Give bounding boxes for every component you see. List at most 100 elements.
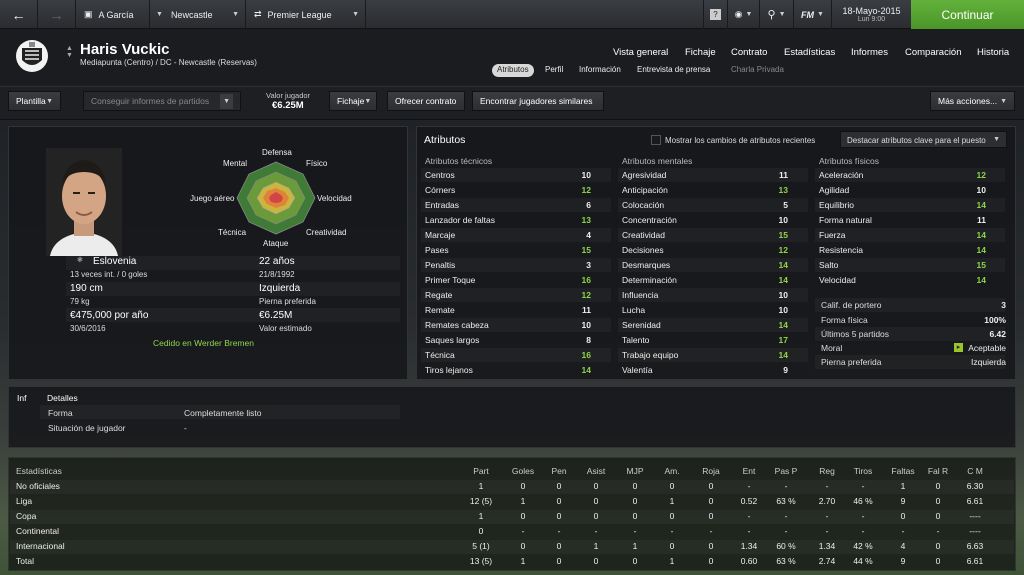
attr-mental-2-value: 5 [783, 200, 788, 210]
player-switch-icon[interactable]: ▲ ▼ [66, 45, 73, 59]
attr-physical-3-value: 11 [977, 215, 986, 225]
chevron-down-icon: ▼ [352, 11, 359, 18]
nav-transfer[interactable]: Fichaje [685, 47, 716, 58]
attr-technical-8-label: Regate [425, 290, 453, 300]
attr-physical-0-value: 12 [976, 170, 986, 180]
highlight-key-dropdown[interactable]: Destacar atributos clave para el puesto ▼ [840, 131, 1007, 148]
situation-label: Situación de jugador [48, 423, 126, 433]
stats-cell-3-14: ---- [969, 526, 981, 536]
search-button[interactable]: ⚲ ▼ [760, 0, 794, 29]
transfer-label: Fichaje [337, 96, 365, 106]
highlight-label: Destacar atributos clave para el puesto [847, 136, 986, 145]
stats-cell-2-0: Copa [16, 511, 37, 521]
attr-physical-6-value: 15 [976, 260, 986, 270]
extra-attr-2-label: Últimos 5 partidos [821, 329, 890, 339]
extra-attr-3-label: Moral [821, 343, 843, 353]
estimated-value: €6.25M [259, 310, 293, 321]
more-actions-label: Más acciones... [938, 96, 998, 106]
extra-attr-4-value: Izquierda [971, 357, 1006, 367]
scout-reports-button[interactable]: Conseguir informes de partidos ▼ [83, 91, 241, 111]
loan-status[interactable]: Cedido en Werder Bremen [153, 338, 254, 348]
competition-name: Premier League [267, 9, 332, 20]
nav-overview[interactable]: Vista general [613, 47, 668, 58]
continue-button[interactable]: Continuar [911, 0, 1024, 29]
forward-button[interactable]: → [38, 0, 76, 29]
radar-creativity-label: Creatividad [306, 228, 347, 237]
club-menu[interactable]: ▼ Newcastle ▼ [150, 0, 246, 29]
stats-cell-5-0: Total [16, 556, 34, 566]
forward-arrow-icon: → [49, 6, 64, 23]
technical-title: Atributos técnicos [425, 156, 493, 166]
stats-cell-4-14: 6.63 [966, 541, 984, 551]
nav-stats[interactable]: Estadísticas [784, 47, 835, 58]
nav-history[interactable]: Historia [977, 47, 1009, 58]
nav-contract[interactable]: Contrato [731, 47, 767, 58]
attr-technical-11-label: Saques largos [425, 335, 480, 345]
globe-button[interactable]: ◉ ▼ [728, 0, 760, 29]
attr-physical-5-value: 14 [976, 245, 986, 255]
help-button[interactable]: ? [704, 0, 728, 29]
stats-cell-1-0: Liga [16, 496, 33, 506]
attr-mental-6-value: 14 [778, 260, 788, 270]
tab-profile[interactable]: Perfil [540, 64, 568, 77]
attr-mental-1-value: 13 [778, 185, 788, 195]
player-position: Mediapunta (Centro) / DC - Newcastle (Re… [80, 58, 257, 67]
search-icon: ⚲ [767, 9, 776, 21]
date-display[interactable]: 18-Mayo-2015 Lun 9:00 [832, 0, 911, 29]
squad-label: Plantilla [16, 96, 46, 106]
top-bar-spacer [366, 0, 704, 29]
attr-physical-6-label: Salto [819, 260, 839, 270]
preferred-foot: Izquierda [259, 283, 301, 294]
player-age: 22 años [259, 256, 295, 267]
attr-physical-4-value: 14 [976, 230, 986, 240]
tab-press[interactable]: Entrevista de prensa [632, 64, 715, 77]
attr-technical-1-value: 12 [581, 185, 591, 195]
attr-mental-11-value: 17 [778, 335, 788, 345]
chevron-down-icon: ▼ [1000, 97, 1007, 105]
attr-technical-4-value: 4 [586, 230, 591, 240]
attr-technical-1-label: Córners [425, 185, 456, 195]
profile-row-stripe [66, 282, 400, 296]
chevron-down-icon: ▼ [778, 11, 786, 18]
show-changes-checkbox[interactable] [651, 135, 661, 145]
competition-menu[interactable]: ⇄ Premier League ▼ [246, 0, 366, 29]
attributes-panel [416, 126, 1016, 380]
transfer-button[interactable]: Fichaje ▼ [329, 91, 377, 111]
attr-technical-7-label: Primer Toque [425, 275, 476, 285]
radar-physical-label: Físico [306, 159, 328, 168]
tab-inf[interactable]: Inf [17, 393, 26, 403]
attr-mental-12-value: 14 [778, 350, 788, 360]
tab-attributes[interactable]: Atributos [492, 64, 534, 77]
current-day: Lun 9:00 [857, 16, 886, 23]
tab-details[interactable]: Detalles [47, 393, 78, 403]
club-crest-icon [14, 38, 50, 74]
tab-information[interactable]: Información [574, 64, 626, 77]
top-bar: ← → ▣ A García ▼ Newcastle ▼ ⇄ Premier Leagu… [0, 0, 1024, 29]
attr-technical-2-label: Entradas [425, 200, 460, 210]
squad-button[interactable]: Plantilla ▼ [8, 91, 61, 111]
fm-menu[interactable]: FM ▼ [794, 0, 832, 29]
more-actions-button[interactable]: Más acciones... ▼ [930, 91, 1015, 111]
manager-menu[interactable]: ▣ A García [76, 0, 150, 29]
back-button[interactable]: ← [0, 0, 38, 29]
attr-mental-4-label: Creatividad [622, 230, 665, 240]
attr-technical-5-label: Pases [425, 245, 449, 255]
stats-cell-1-14: 6.61 [966, 496, 984, 506]
attr-technical-10-value: 10 [581, 320, 591, 330]
tab-private-chat[interactable]: Charla Privada [726, 64, 789, 77]
contract-end: 30/6/2016 [70, 324, 106, 333]
globe-icon: ◉ [734, 9, 743, 19]
attr-technical-11-value: 8 [586, 335, 591, 345]
nav-comparison[interactable]: Comparación [905, 47, 962, 58]
attr-technical-0-value: 10 [581, 170, 591, 180]
attr-mental-5-label: Decisiones [622, 245, 664, 255]
find-similar-button[interactable]: Encontrar jugadores similares [472, 91, 604, 111]
stats-cell-5-14: 6.61 [966, 556, 984, 566]
attr-mental-12-label: Trabajo equipo [622, 350, 679, 360]
nav-reports[interactable]: Informes [851, 47, 888, 58]
extra-attr-2-value: 6.42 [989, 329, 1006, 339]
extra-attr-4-label: Pierna preferida [821, 357, 882, 367]
offer-contract-button[interactable]: Ofrecer contrato [387, 91, 465, 111]
attr-technical-12-value: 16 [581, 350, 591, 360]
attr-physical-1-value: 10 [976, 185, 986, 195]
